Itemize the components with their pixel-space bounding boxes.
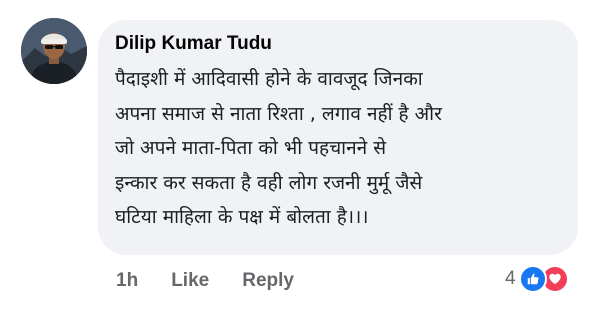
reply-button[interactable]: Reply <box>242 270 294 292</box>
comment-bubble: Dilip Kumar Tudu पैदाइशी में आदिवासी होन… <box>98 20 578 255</box>
comment-text-line: अपना समाज से नाता रिश्ता , लगाव नहीं है … <box>115 102 442 125</box>
comment-timestamp[interactable]: 1h <box>116 270 138 292</box>
avatar-photo <box>21 18 87 84</box>
reaction-count: 4 <box>505 268 516 289</box>
like-button[interactable]: Like <box>171 270 209 292</box>
reactions-summary[interactable]: 4 <box>505 264 569 294</box>
avatar[interactable] <box>21 18 87 84</box>
comment-author[interactable]: Dilip Kumar Tudu <box>115 33 562 55</box>
like-icon <box>518 265 547 293</box>
comment-text: पैदाइशी में आदिवासी होने के वावजूद जिनका… <box>115 62 562 235</box>
comment-text-line: घटिया माहिला के पक्ष में बोलता है।।। <box>115 206 369 228</box>
comment-text-line: जो अपने माता-पिता को भी पहचानने से <box>115 137 387 159</box>
comment-text-line: पैदाइशी में आदिवासी होने के वावजूद जिनका <box>115 68 423 90</box>
comment-actions: 1h Like Reply <box>116 266 294 296</box>
comment-text-line: इन्कार कर सकता है वही लोग रजनी मुर्मू जै… <box>115 171 423 194</box>
comment: Dilip Kumar Tudu पैदाइशी में आदिवासी होन… <box>0 0 600 309</box>
